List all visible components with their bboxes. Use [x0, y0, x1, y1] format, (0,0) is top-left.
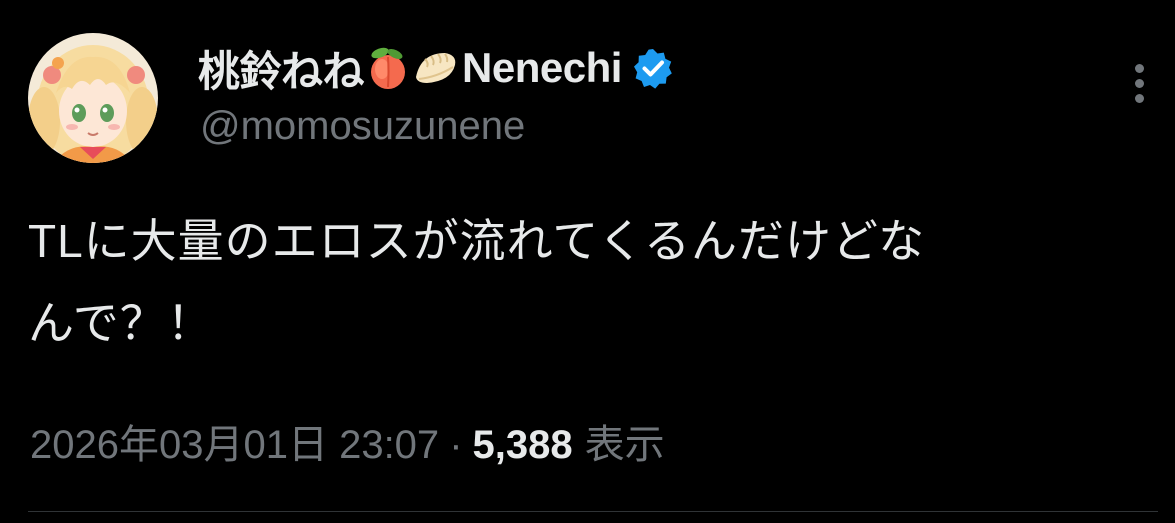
author-name-row: 桃鈴ねね Nenechi	[198, 40, 674, 96]
more-dot	[1135, 64, 1144, 73]
tweet-text-line: んで？！	[28, 297, 214, 349]
more-dot	[1135, 79, 1144, 88]
tweet-text-line: TLに大量のエロスが流れてくるんだけどな	[28, 215, 926, 267]
views-count[interactable]: 5,388	[473, 423, 573, 467]
peach-emoji-icon	[365, 45, 411, 91]
meta-separator: ·	[449, 423, 463, 467]
timestamp[interactable]: 2026年03月01日 23:07	[30, 423, 439, 467]
verified-badge-icon[interactable]	[632, 47, 674, 89]
dumpling-emoji-icon	[413, 45, 459, 91]
tweet-text: TLに大量のエロスが流れてくるんだけどな んで？！	[28, 200, 1158, 364]
display-name[interactable]: 桃鈴ねね	[198, 38, 365, 99]
tweet-meta: 2026年03月01日 23:07 · 5,388 表示	[30, 412, 665, 470]
more-vertical-icon[interactable]	[1128, 62, 1152, 106]
divider	[28, 511, 1158, 512]
display-name-suffix[interactable]: Nenechi	[462, 44, 622, 92]
avatar[interactable]	[28, 33, 158, 163]
views-label: 表示	[584, 423, 665, 467]
tweet: 桃鈴ねね Nenechi @momosuzunene TLに大量のエロスが流れて…	[0, 0, 1175, 523]
more-dot	[1135, 94, 1144, 103]
author-handle[interactable]: @momosuzunene	[200, 104, 525, 149]
